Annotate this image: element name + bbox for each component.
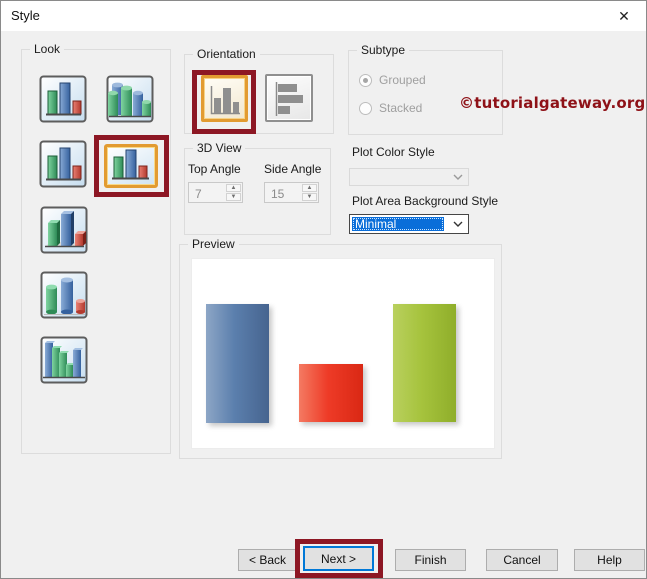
titlebar: Style ✕	[1, 1, 646, 31]
preview-group: Preview	[179, 237, 502, 459]
preview-bar-red	[299, 364, 363, 422]
look-option-bar-cluster-3d[interactable]	[40, 336, 88, 384]
flat-bars-chart-icon	[39, 75, 87, 123]
watermark: ©tutorialgateway.org	[459, 94, 646, 112]
spin-up-icon: ▲	[302, 184, 317, 192]
cancel-button[interactable]: Cancel	[486, 549, 558, 571]
window-title: Style	[11, 8, 40, 23]
top-angle-spin-buttons: ▲ ▼	[226, 184, 241, 201]
orientation-vertical-button[interactable]	[201, 75, 248, 122]
close-icon[interactable]: ✕	[612, 5, 636, 27]
horizontal-bars-icon	[275, 82, 303, 116]
radio-grouped: Grouped	[359, 73, 426, 87]
look-option-flat-bars-selected[interactable]	[104, 144, 158, 188]
chevron-down-icon[interactable]	[453, 221, 463, 227]
dialog-body: Look Orientation Subtype Grouped Stacked…	[1, 31, 646, 578]
look-option-flat-bars-1[interactable]	[39, 75, 87, 123]
view3d-group-label: 3D View	[193, 141, 246, 156]
radio-stacked-circle	[359, 101, 372, 115]
look-option-cylinder-cluster-3d[interactable]	[106, 75, 154, 123]
spin-up-icon: ▲	[226, 184, 241, 192]
cylinders-3d-icon	[40, 271, 88, 319]
top-angle-value: 7	[195, 187, 202, 201]
look-option-flat-bars-2[interactable]	[39, 140, 87, 188]
look-group-label: Look	[30, 42, 65, 57]
chevron-down-icon	[453, 174, 463, 180]
preview-group-label: Preview	[188, 237, 239, 252]
spin-down-icon: ▼	[302, 193, 317, 201]
radio-stacked-label: Stacked	[379, 101, 423, 115]
preview-bar-green	[393, 304, 456, 422]
radio-stacked: Stacked	[359, 101, 422, 115]
cylinder-cluster-icon	[106, 75, 154, 123]
look-group: Look	[21, 42, 171, 454]
spin-down-icon: ▼	[226, 193, 241, 201]
plot-color-style-label: Plot Color Style	[352, 145, 435, 159]
subtype-group-label: Subtype	[357, 43, 410, 58]
top-angle-label: Top Angle	[188, 162, 241, 176]
style-dialog: Style ✕ Look Orientation Subtype Grouped…	[0, 0, 647, 579]
preview-bar-blue	[206, 304, 269, 423]
radio-grouped-label: Grouped	[379, 73, 426, 87]
vertical-bars-icon	[210, 86, 240, 115]
flat-bars-selected-icon	[112, 149, 149, 180]
plot-area-background-style-value: Minimal	[352, 217, 444, 231]
flat-bars-chart-icon	[39, 140, 87, 188]
side-angle-spin-buttons: ▲ ▼	[302, 184, 317, 201]
orientation-horizontal-button[interactable]	[265, 74, 313, 122]
subtype-group: Subtype Grouped Stacked	[348, 43, 503, 135]
help-button[interactable]: Help	[574, 549, 645, 571]
top-angle-spinner: 7 ▲ ▼	[188, 182, 243, 203]
plot-area-background-style-combo[interactable]: Minimal	[349, 214, 469, 234]
side-angle-value: 15	[271, 187, 285, 201]
orientation-group-label: Orientation	[193, 47, 260, 62]
back-button[interactable]: < Back	[238, 549, 297, 571]
finish-button[interactable]: Finish	[395, 549, 466, 571]
side-angle-spinner: 15 ▲ ▼	[264, 182, 319, 203]
preview-chart-canvas	[191, 258, 495, 449]
bar-cluster-3d-icon	[40, 336, 88, 384]
bars-3d-icon	[40, 206, 88, 254]
look-option-cylinders-3d[interactable]	[40, 271, 88, 319]
plot-color-style-combo	[349, 168, 469, 186]
radio-grouped-circle	[359, 73, 372, 87]
plot-area-background-style-label: Plot Area Background Style	[352, 194, 499, 208]
side-angle-label: Side Angle	[264, 162, 322, 176]
next-button[interactable]: Next >	[303, 546, 374, 571]
look-option-bars-3d[interactable]	[40, 206, 88, 254]
